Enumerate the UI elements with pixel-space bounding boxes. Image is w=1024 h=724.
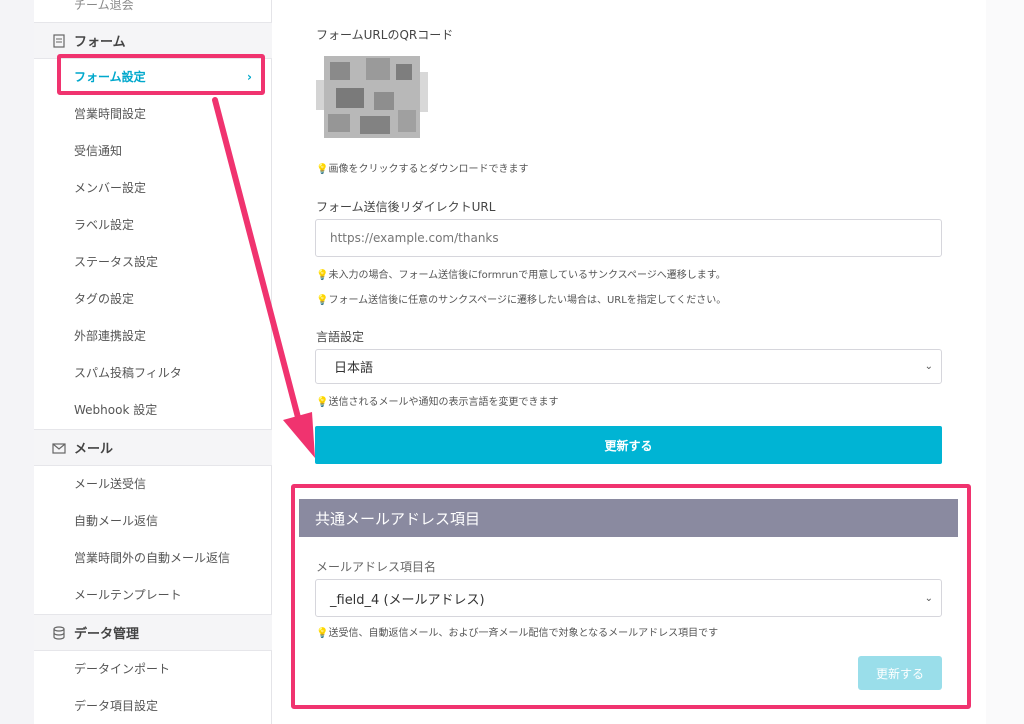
- panel-update-button[interactable]: 更新する: [858, 656, 942, 690]
- document-icon: [53, 33, 65, 48]
- sidebar-item-team-leave[interactable]: チーム退会: [34, 0, 272, 23]
- lightbulb-icon: 💡: [316, 270, 329, 281]
- lightbulb-icon: 💡: [316, 295, 329, 306]
- sidebar: チーム退会 フォーム フォーム設定 › 営業時間設定 受信通知 メンバー設定 ラベ…: [34, 0, 272, 724]
- common-email-panel-header: 共通メールアドレス項目: [299, 499, 958, 537]
- sidebar-section-form: フォーム: [34, 22, 272, 59]
- sidebar-item-mail-send-receive[interactable]: メール送受信: [34, 465, 272, 502]
- sidebar-item-auto-reply[interactable]: 自動メール返信: [34, 502, 272, 539]
- sidebar-item-integrations[interactable]: 外部連携設定: [34, 317, 272, 354]
- email-field-label: メールアドレス項目名: [316, 560, 437, 574]
- redirect-hint-1: 💡未入力の場合、フォーム送信後にformrunで用意しているサンクスページへ遷移…: [316, 270, 726, 281]
- redirect-url-input[interactable]: [315, 219, 942, 257]
- sidebar-item-members[interactable]: メンバー設定: [34, 169, 272, 206]
- sidebar-item-webhook[interactable]: Webhook 設定: [34, 391, 272, 428]
- sidebar-item-labels[interactable]: ラベル設定: [34, 206, 272, 243]
- redirect-url-label: フォーム送信後リダイレクトURL: [316, 200, 496, 214]
- database-icon: [53, 625, 65, 640]
- sidebar-item-business-hours[interactable]: 営業時間設定: [34, 95, 272, 132]
- update-button[interactable]: 更新する: [315, 426, 942, 464]
- email-field-hint: 💡送受信、自動返信メール、および一斉メール配信で対象となるメールアドレス項目です: [316, 628, 719, 639]
- sidebar-item-data-fields[interactable]: データ項目設定: [34, 687, 272, 724]
- chevron-down-icon: ⌄: [924, 592, 933, 604]
- page-background: [986, 0, 1024, 724]
- language-label: 言語設定: [316, 330, 365, 344]
- language-hint: 💡送信されるメールや通知の表示言語を変更できます: [316, 397, 559, 408]
- sidebar-item-data-import[interactable]: データインポート: [34, 650, 272, 687]
- email-field-select[interactable]: _field_4 (メールアドレス) ⌄: [315, 579, 942, 617]
- sidebar-item-tags[interactable]: タグの設定: [34, 280, 272, 317]
- sidebar-item-form-settings[interactable]: フォーム設定 ›: [34, 58, 272, 95]
- mail-icon: [52, 442, 66, 454]
- sidebar-section-mail: メール: [34, 429, 272, 466]
- qr-code-image[interactable]: [316, 52, 428, 142]
- sidebar-item-spam-filter[interactable]: スパム投稿フィルタ: [34, 354, 272, 391]
- qr-hint: 💡画像をクリックするとダウンロードできます: [316, 164, 529, 175]
- sidebar-item-status[interactable]: ステータス設定: [34, 243, 272, 280]
- language-select[interactable]: 日本語 ⌄: [315, 349, 942, 384]
- sidebar-item-notifications[interactable]: 受信通知: [34, 132, 272, 169]
- qr-code-label: フォームURLのQRコード: [316, 28, 454, 42]
- chevron-right-icon: ›: [247, 69, 252, 84]
- redirect-hint-2: 💡フォーム送信後に任意のサンクスページに遷移したい場合は、URLを指定してくださ…: [316, 295, 727, 306]
- sidebar-section-data: データ管理: [34, 614, 272, 651]
- chevron-down-icon: ⌄: [924, 361, 933, 372]
- lightbulb-icon: 💡: [316, 628, 329, 639]
- sidebar-item-off-hours-auto-reply[interactable]: 営業時間外の自動メール返信: [34, 539, 272, 576]
- sidebar-item-mail-templates[interactable]: メールテンプレート: [34, 576, 272, 613]
- lightbulb-icon: 💡: [316, 164, 329, 175]
- lightbulb-icon: 💡: [316, 397, 329, 408]
